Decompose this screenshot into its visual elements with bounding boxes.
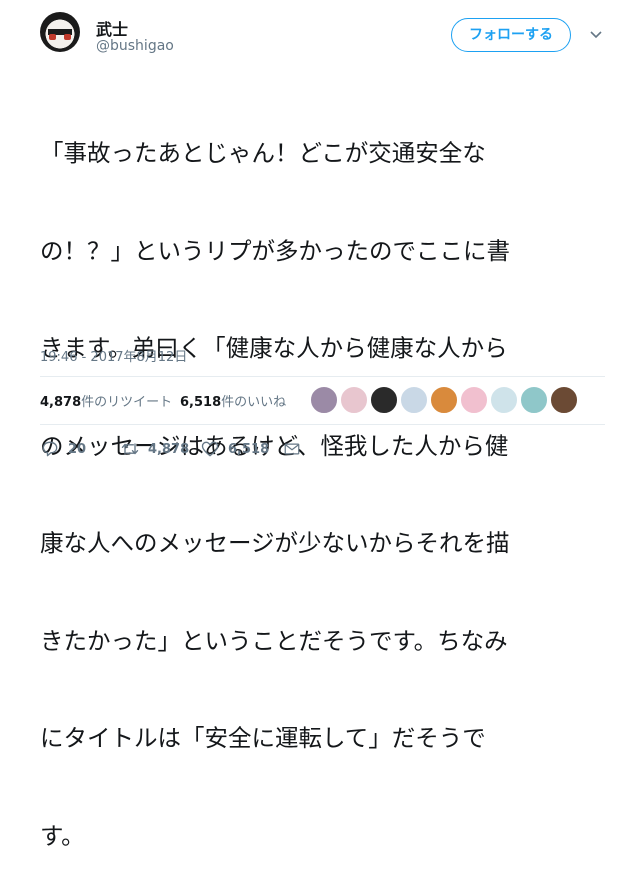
avatar-face-mark — [64, 34, 71, 40]
like-stat[interactable]: 6,518件のいいね — [180, 391, 286, 410]
retweet-count: 4,878 — [148, 441, 190, 457]
user-handle[interactable]: @bushigao — [96, 38, 174, 54]
heart-icon — [201, 441, 219, 457]
like-stat-count: 6,518 — [180, 395, 222, 410]
liker-avatar[interactable] — [340, 386, 368, 414]
liker-avatar[interactable] — [370, 386, 398, 414]
avatar[interactable] — [40, 12, 80, 52]
tweet-header: 武士 @bushigao フォローする — [40, 12, 620, 60]
liker-avatar[interactable] — [520, 386, 548, 414]
avatar-face-mark — [49, 34, 56, 40]
retweet-icon — [121, 443, 139, 455]
tweet-timestamp[interactable]: 19:46 - 2017年8月12日 — [40, 346, 187, 365]
like-stat-label: 件のいいね — [221, 395, 287, 410]
tweet-line: す。 — [40, 821, 85, 850]
display-name[interactable]: 武士 — [96, 16, 128, 40]
liker-avatar[interactable] — [310, 386, 338, 414]
reply-button[interactable]: 20 — [40, 436, 86, 462]
reply-count: 20 — [68, 441, 87, 457]
envelope-icon — [284, 443, 300, 455]
tweet-actions: 20 4,878 6,518 — [40, 436, 605, 462]
chevron-down-icon[interactable] — [588, 26, 604, 42]
liker-avatar[interactable] — [490, 386, 518, 414]
tweet-line: の！？」というリプが多かったのでここに書 — [40, 236, 510, 265]
liker-avatar[interactable] — [550, 386, 578, 414]
retweet-button[interactable]: 4,878 — [120, 436, 189, 462]
liker-avatar[interactable] — [460, 386, 488, 414]
liker-avatar[interactable] — [400, 386, 428, 414]
like-count: 6,518 — [228, 441, 270, 457]
divider — [40, 376, 605, 377]
direct-message-button[interactable] — [283, 436, 301, 462]
retweet-stat[interactable]: 4,878件のリツイート — [40, 391, 172, 410]
tweet-line: 「事故ったあとじゃん！どこが交通安全な — [40, 139, 486, 167]
retweet-stat-count: 4,878 — [40, 395, 82, 410]
tweet-line: にタイトルは「安全に運転して」だそうで — [40, 724, 486, 752]
retweet-stat-label: 件のリツイート — [81, 395, 173, 410]
like-button[interactable]: 6,518 — [200, 436, 269, 462]
tweet-line: 康な人へのメッセージが少ないからそれを描 — [40, 529, 510, 557]
liker-avatar[interactable] — [430, 386, 458, 414]
reply-icon — [42, 441, 58, 457]
tweet-line: きたかった」ということだそうです。ちなみ — [40, 626, 508, 655]
follow-button[interactable]: フォローする — [451, 18, 571, 52]
divider — [40, 424, 605, 425]
tweet-text: 「事故ったあとじゃん！どこが交通安全な の！？」というリプが多かったのでここに書… — [40, 72, 610, 885]
tweet-stats: 4,878件のリツイート 6,518件のいいね — [40, 384, 605, 416]
